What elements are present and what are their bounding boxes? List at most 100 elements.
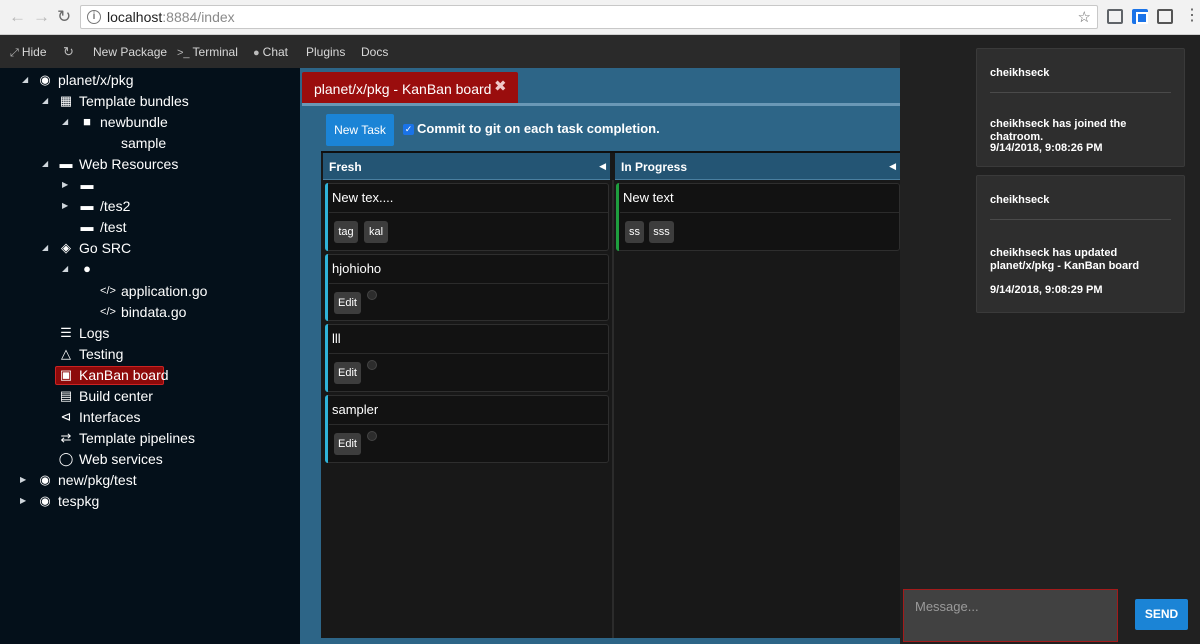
cast-icon[interactable] [1107,9,1123,24]
tree-item-label: Template bundles [79,93,189,109]
docs-label: Docs [361,45,389,59]
globe-icon: ◉ [39,72,51,87]
new-task-button[interactable]: New Task [326,114,394,146]
column-header-fresh: Fresh ◀ [323,153,610,180]
caret-collapsed-icon[interactable]: ▶ [20,470,26,490]
circle-notch-icon: ◯ [58,451,74,466]
card-tag[interactable]: tag [334,221,358,243]
tree-item-label: Logs [79,325,110,341]
terminal-button[interactable]: >_ Terminal [177,45,238,60]
edit-button[interactable]: Edit [334,433,361,455]
tree-item-label: application.go [121,283,208,299]
hide-button[interactable]: ⤢ Hide [10,45,47,60]
forward-icon[interactable]: → [33,7,50,27]
circle-icon: ● [83,261,91,276]
caret-expanded-icon[interactable]: ◢ [62,112,68,132]
task-card[interactable]: lll Edit [325,324,609,392]
new-package-label: New Package [93,45,168,59]
tree-item-label: KanBan board [79,367,169,383]
card-accent-bar [616,183,619,251]
url-path: :8884/index [162,9,235,25]
card-tag[interactable]: sss [649,221,674,243]
tree-item-label: bindata.go [121,304,187,320]
code-icon: </> [100,306,116,318]
browser-menu-icon[interactable]: ⋮ [1184,8,1200,24]
message-text: cheikhseck has updated planet/x/pkg - Ka… [990,247,1140,272]
status-dot[interactable] [367,431,377,441]
message-time: 9/14/2018, 9:08:26 PM [990,142,1103,154]
tree-item-label: Web Resources [79,156,179,172]
message-divider [990,219,1171,220]
chat-message: cheikhseck cheikhseck has joined the cha… [976,48,1185,167]
server-icon: ▤ [59,388,73,403]
card-title: hjohioho [332,261,382,276]
card-divider [329,424,608,425]
chat-button[interactable]: ● Chat [253,45,288,60]
caret-expanded-icon[interactable]: ◢ [42,91,48,111]
tree-item-label: Interfaces [79,409,141,425]
collapse-column-icon[interactable]: ◀ [599,159,606,173]
terminal-label: Terminal [192,45,238,59]
new-package-button[interactable]: New Package [93,45,167,59]
edit-extension-icon[interactable] [1157,9,1173,24]
bookmark-star-icon[interactable]: ☆ [1078,8,1091,26]
commit-checkbox[interactable]: ✓ [403,124,414,135]
column-divider [612,180,614,638]
reload-icon[interactable]: ↻ [57,7,71,27]
task-card[interactable]: New text ss sss [616,183,900,251]
card-title: lll [332,331,341,346]
status-dot[interactable] [367,290,377,300]
column-title: Fresh [329,160,362,174]
card-accent-bar [325,183,328,251]
message-author: cheikhseck [990,194,1050,206]
caret-expanded-icon[interactable]: ◢ [42,238,48,258]
task-card[interactable]: hjohioho Edit [325,254,609,321]
caret-expanded-icon[interactable]: ◢ [62,259,68,279]
card-title: New text [623,190,674,205]
tree-item-label: Go SRC [79,240,132,256]
message-text: cheikhseck has joined the chatroom. [990,118,1127,143]
caret-collapsed-icon[interactable]: ▶ [20,491,26,511]
card-tag[interactable]: kal [364,221,388,243]
info-icon[interactable]: i [87,10,101,24]
column-title: In Progress [621,160,688,174]
message-input[interactable] [903,589,1118,642]
caret-expanded-icon[interactable]: ◢ [42,154,48,174]
card-title: sampler [332,402,379,417]
card-tag[interactable]: ss [625,221,644,243]
cube-icon: ◈ [61,240,71,255]
caret-collapsed-icon[interactable]: ▶ [62,175,68,195]
message-time: 9/14/2018, 9:08:29 PM [990,284,1103,296]
tree-item-label: Testing [79,346,124,362]
pencil-square-icon: ▦ [59,93,73,108]
code-icon: </> [100,285,116,297]
folder-icon: ▬ [80,177,94,192]
address-bar[interactable]: i localhost:8884/index ☆ [80,5,1098,29]
tree-item-label: planet/x/pkg [58,72,134,88]
edit-button[interactable]: Edit [334,362,361,384]
collapse-column-icon[interactable]: ◀ [889,159,896,173]
close-icon[interactable]: ✖ [494,79,507,95]
card-divider [329,283,608,284]
message-author: cheikhseck [990,67,1050,79]
task-card[interactable]: sampler Edit [325,395,609,463]
send-button[interactable]: SEND [1135,599,1188,630]
tree-item-label: Template pipelines [79,430,195,446]
briefcase-icon: ▣ [59,367,73,382]
tree-item-label: sample [121,135,167,151]
caret-expanded-icon[interactable]: ◢ [22,70,28,90]
task-card[interactable]: New tex.... tag kal [325,183,609,251]
plugins-button[interactable]: Plugins [306,45,345,59]
list-icon: ☰ [60,325,72,340]
tab-kanban-board[interactable]: planet/x/pkg - KanBan board ✖ [302,72,518,104]
docs-button[interactable]: Docs [361,45,388,59]
back-icon[interactable]: ← [9,7,26,27]
refresh-button[interactable]: ↻ [63,45,77,59]
url-host: localhost [107,9,163,25]
extension-icon[interactable] [1132,9,1148,24]
hide-label: Hide [21,45,47,59]
caret-collapsed-icon[interactable]: ▶ [62,196,68,216]
edit-button[interactable]: Edit [334,292,361,314]
status-dot[interactable] [367,360,377,370]
globe-icon: ◉ [39,493,51,508]
